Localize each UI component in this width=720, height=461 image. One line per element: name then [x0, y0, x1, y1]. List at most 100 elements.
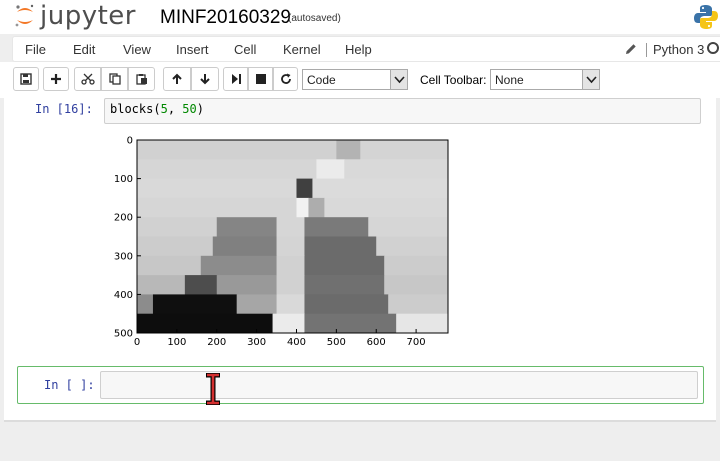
heatmap-cell — [304, 255, 385, 276]
stop-icon — [255, 74, 266, 84]
add-cell-icon — [51, 74, 61, 84]
cell-toolbar-dropdown-arrow — [582, 70, 599, 89]
cell-toolbar-value: None — [495, 73, 524, 87]
save-button[interactable] — [13, 67, 39, 91]
code-sep: , — [167, 102, 183, 116]
heatmap-cell — [137, 178, 297, 199]
code-text: blocks(5, 50) — [110, 102, 204, 116]
heatmap-cell — [376, 236, 448, 257]
heatmap-cell — [137, 140, 337, 160]
y-tick-label: 500 — [114, 329, 133, 340]
heatmap-cell — [304, 294, 389, 315]
heatmap-cell — [137, 236, 214, 257]
heatmap-cell — [137, 159, 317, 180]
cell-type-dropdown-arrow — [390, 70, 407, 89]
notebook-container: In [16]: blocks(5, 50) 0 100 200 300 400 500 6… — [4, 98, 716, 420]
heatmap-cell — [276, 217, 305, 237]
x-tick-label: 600 — [367, 337, 386, 345]
restart-button[interactable] — [273, 67, 298, 91]
kernel-name[interactable]: Python 3 — [653, 42, 704, 57]
code-input-16[interactable]: blocks(5, 50) — [104, 98, 701, 124]
heatmap-cell — [216, 275, 278, 295]
run-icon — [231, 74, 241, 84]
x-tick-label: 700 — [407, 337, 426, 345]
menu-edit[interactable]: Edit — [73, 42, 95, 57]
jupyter-orbit-icon — [15, 4, 34, 27]
menu-file[interactable]: File — [25, 42, 46, 57]
jupyter-logo[interactable]: jupyter — [14, 2, 136, 30]
heatmap-cell — [184, 275, 218, 295]
code-end: ) — [196, 102, 204, 116]
cell-toolbar-label: Cell Toolbar: — [420, 73, 487, 87]
y-tick-label: 400 — [114, 290, 133, 301]
heatmap-cell — [296, 197, 309, 218]
menubar: File Edit View Insert Cell Kernel Help P… — [12, 36, 720, 62]
heatmap-cell — [200, 255, 278, 276]
chevron-down-icon — [394, 76, 405, 84]
menu-insert[interactable]: Insert — [176, 42, 209, 57]
cell-toolbar-select[interactable]: None — [490, 69, 600, 90]
input-prompt-empty: In [ ]: — [44, 378, 95, 392]
copy-icon — [108, 73, 121, 85]
x-tick-label: 0 — [134, 337, 140, 345]
heatmap-cell — [212, 236, 278, 257]
heatmap-cell — [137, 275, 186, 295]
heatmap-cell — [216, 217, 278, 237]
heatmap-cell — [272, 313, 305, 333]
notebook-bottom-border — [4, 420, 716, 422]
heatmap-cell — [276, 294, 305, 315]
heatmap-cell — [152, 294, 238, 315]
heatmap-cell — [312, 178, 448, 199]
y-tick-label: 0 — [127, 136, 133, 147]
heatmap-cell — [396, 313, 448, 333]
menu-kernel[interactable]: Kernel — [283, 42, 321, 57]
menu-view[interactable]: View — [123, 42, 151, 57]
code-input-new[interactable] — [100, 371, 698, 399]
add-cell-button[interactable] — [43, 67, 69, 91]
autosave-status: (autosaved) — [288, 13, 341, 24]
heatmap-cell — [384, 255, 448, 276]
cut-icon — [80, 73, 95, 85]
heatmap-cell — [304, 236, 377, 257]
code-arg2: 50 — [182, 102, 197, 116]
notebook-header: jupyter MINF20160329 (autosaved) — [0, 0, 720, 34]
heatmap-cell — [360, 140, 448, 160]
copy-button[interactable] — [101, 67, 128, 91]
paste-icon — [135, 74, 147, 85]
heatmap-cell — [296, 178, 313, 199]
heatmap-output: 0 100 200 300 400 500 600 700 0 100 200 300 400 500 — [114, 136, 449, 345]
move-down-icon — [200, 74, 210, 85]
code-fn: blocks( — [110, 102, 161, 116]
menu-cell[interactable]: Cell — [234, 42, 256, 57]
text-cursor-icon — [206, 373, 220, 405]
menu-help[interactable]: Help — [345, 42, 372, 57]
paste-button[interactable] — [128, 67, 155, 91]
heatmap-cell — [137, 197, 297, 218]
restart-icon — [280, 73, 291, 84]
cut-button[interactable] — [74, 67, 101, 91]
heatmap-cell — [308, 197, 325, 218]
kernel-divider — [646, 43, 647, 57]
run-button[interactable] — [223, 67, 248, 91]
heatmap-cell — [324, 197, 448, 218]
selected-cell[interactable]: In [ ]: — [17, 366, 704, 404]
stop-button[interactable] — [248, 67, 273, 91]
cell-type-select[interactable]: Code — [302, 69, 408, 90]
kernel-status-icon — [707, 42, 719, 54]
notebook-name[interactable]: MINF20160329 — [160, 7, 291, 29]
pencil-icon[interactable] — [625, 43, 637, 55]
y-tick-label: 300 — [114, 251, 133, 262]
move-up-button[interactable] — [163, 67, 191, 91]
move-down-button[interactable] — [191, 67, 219, 91]
heatmap-cell — [137, 217, 218, 237]
heatmap-cell — [368, 217, 448, 237]
heatmap-cell — [276, 275, 305, 295]
jupyter-wordmark: jupyter — [40, 1, 136, 31]
save-icon — [20, 73, 32, 85]
heatmap-cell — [316, 159, 345, 180]
x-tick-label: 500 — [327, 337, 346, 345]
y-tick-label: 200 — [114, 213, 133, 224]
chevron-down-icon — [586, 76, 597, 84]
heatmap-cell — [137, 294, 154, 315]
x-tick-label: 100 — [167, 337, 186, 345]
